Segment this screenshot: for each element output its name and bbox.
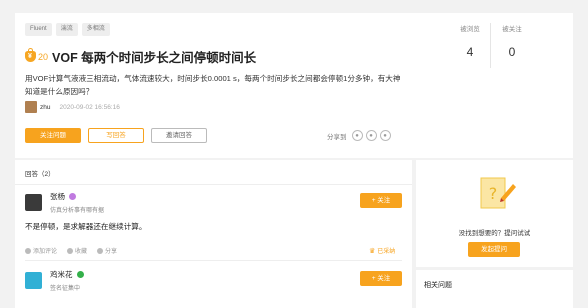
avatar[interactable] (25, 194, 42, 211)
author-name[interactable]: zhu (40, 104, 50, 111)
crown-icon: ♛ (369, 247, 376, 255)
answer-actions: 添加评论 收藏 分享 (25, 246, 117, 255)
write-answer-button[interactable]: 写回答 (88, 128, 144, 143)
question-title-row: 20 VOF 每两个时间步长之间停顿时间长 (25, 47, 445, 66)
related-panel: 相关问题 (416, 270, 573, 308)
answer-body: 不是停顿，是求解器还在继续计算。 (25, 222, 147, 231)
follow-user-button[interactable]: + 关注 (360, 193, 402, 208)
invite-answer-button[interactable]: 邀请回答 (151, 128, 207, 143)
share-label: 分享到 (327, 133, 347, 141)
share-icon (97, 247, 104, 254)
no-answer-prompt: 没找到想要的？提问试试 (458, 230, 531, 237)
user-name[interactable]: 鸡米花 (50, 269, 73, 280)
verified-badge-icon (76, 271, 84, 278)
question-paper-icon: ? (480, 177, 516, 209)
user-signature: 仿真分析事有哪有据 (50, 208, 105, 214)
share-action[interactable]: 分享 (97, 246, 117, 255)
user-name[interactable]: 张杨 (50, 191, 65, 202)
divider (25, 260, 402, 261)
question-card: Fluent 湍流 多相流 20 VOF 每两个时间步长之间停顿时间长 用VOF… (15, 13, 573, 158)
follow-question-button[interactable]: 关注问题 (25, 128, 81, 143)
tag[interactable]: 多相流 (81, 23, 110, 36)
avatar[interactable] (25, 101, 37, 113)
question-title: VOF 每两个时间步长之间停顿时间长 (52, 51, 257, 65)
answer-user: 张杨 仿真分析事有哪有据 (25, 191, 104, 214)
question-description: 用VOF计算气液液三相流动，气体流速较大，时间步长0.0001 s，每两个时间步… (25, 74, 401, 96)
followers-stat: 被关注 0 (492, 23, 532, 59)
reward-amount: 20 (38, 51, 49, 62)
qq-icon[interactable]: ● (365, 130, 377, 141)
followers-label: 被关注 (502, 26, 522, 33)
share-bar: 分享到 ● ● ● (327, 130, 391, 141)
tag[interactable]: 湍流 (55, 23, 78, 36)
svg-text:?: ? (489, 184, 498, 203)
wechat-icon[interactable]: ● (351, 130, 363, 141)
vip-badge-icon (69, 193, 76, 200)
related-title: 相关问题 (424, 282, 452, 289)
answers-header: 回答（2） (25, 171, 55, 178)
answers-card: 回答（2） 张杨 仿真分析事有哪有据 + 关注 不是停顿，是求解器还在继续计算。… (15, 160, 412, 308)
weibo-icon[interactable]: ● (379, 130, 391, 141)
question-actions: 关注问题 写回答 邀请回答 (25, 128, 207, 143)
views-label: 被浏览 (460, 26, 480, 33)
follow-user-button[interactable]: + 关注 (360, 271, 402, 286)
followers-count: 0 (508, 45, 516, 59)
answer-user: 鸡米花 签名征集中 (25, 269, 84, 292)
ask-panel: ? 没找到想要的？提问试试 发起提问 (416, 160, 573, 267)
post-date: 2020-09-02 16:56:16 (59, 103, 120, 111)
comment-action[interactable]: 添加评论 (25, 246, 57, 255)
reward-bag-icon (25, 48, 36, 62)
user-signature: 签名征集中 (50, 286, 81, 292)
stat-divider (490, 23, 491, 68)
ask-question-button[interactable]: 发起提问 (468, 242, 520, 257)
divider (15, 184, 412, 185)
heart-icon (67, 247, 74, 254)
favorite-action[interactable]: 收藏 (67, 246, 87, 255)
tag-list: Fluent 湍流 多相流 (25, 23, 110, 36)
avatar[interactable] (25, 272, 42, 289)
tag[interactable]: Fluent (25, 23, 52, 36)
adopted-badge: ♛ 已采纳 (369, 247, 396, 256)
views-stat: 被浏览 4 (450, 23, 490, 59)
comment-icon (25, 247, 31, 254)
views-count: 4 (466, 45, 474, 59)
question-author: zhu 2020-09-02 16:56:16 (25, 101, 120, 113)
